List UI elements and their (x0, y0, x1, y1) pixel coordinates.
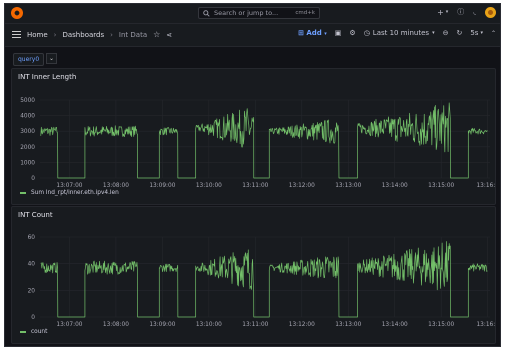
x-tick-label: 13:16:0 (476, 183, 495, 189)
collapse-icon[interactable]: ⌃ (491, 30, 496, 37)
query-variable-chip[interactable]: query0 (13, 53, 45, 66)
grafana-window: Search or jump to... cmd+k + ▾ ⓘ ◟ Home … (4, 3, 501, 347)
search-input[interactable]: Search or jump to... cmd+k (198, 7, 320, 19)
avatar[interactable] (485, 7, 496, 18)
breadcrumb-current: Int Data (118, 30, 148, 39)
y-tick-label: 5000 (20, 98, 35, 104)
y-tick-label: 1000 (20, 160, 35, 166)
legend-label[interactable]: count (31, 329, 47, 335)
plus-icon[interactable]: + (437, 8, 444, 17)
legend-swatch (20, 331, 26, 333)
add-button[interactable]: ⊞ Add ▾ (298, 29, 327, 37)
y-tick-label: 20 (28, 288, 36, 294)
y-tick-label: 0 (31, 315, 35, 321)
x-tick-label: 13:10:00 (196, 183, 222, 189)
y-tick-label: 40 (28, 262, 36, 268)
star-icon[interactable]: ☆ (153, 30, 160, 39)
x-tick-label: 13:14:00 (382, 322, 408, 328)
add-label: Add (306, 29, 322, 37)
refresh-interval-label: 5s (470, 29, 479, 37)
save-icon[interactable]: ▣ (335, 29, 342, 37)
x-tick-label: 13:14:00 (382, 183, 408, 189)
panel-int-inner-length: INT Inner Length 5000 4000 3000 2000 1000 0 13… (11, 68, 496, 205)
x-tick-label: 13:11:00 (242, 183, 268, 189)
search-placeholder: Search or jump to... (214, 9, 279, 17)
x-tick-label: 13:07:00 (56, 183, 82, 189)
grafana-logo-icon[interactable] (11, 7, 23, 19)
x-tick-label: 13:09:00 (149, 322, 175, 328)
breadcrumb-home[interactable]: Home (27, 31, 48, 39)
series-line[interactable] (40, 102, 488, 179)
zoom-out-icon[interactable]: ⊖ (443, 29, 449, 37)
refresh-icon[interactable]: ↻ (456, 29, 462, 37)
chevron-down-icon: ▾ (324, 31, 327, 37)
dashboard-nav: Home › Dashboards › Int Data ☆ ⋖ ⊞ Add ▾… (5, 24, 500, 47)
top-bar: Search or jump to... cmd+k + ▾ ⓘ ◟ (5, 4, 500, 24)
breadcrumb-dashboards[interactable]: Dashboards (62, 31, 104, 39)
gear-icon[interactable]: ⚙ (349, 29, 355, 37)
help-icon[interactable]: ⓘ (457, 9, 464, 16)
chevron-right-icon: › (53, 30, 57, 39)
menu-icon[interactable] (12, 31, 21, 38)
search-icon (203, 9, 210, 17)
y-tick-label: 2000 (20, 145, 35, 151)
x-tick-label: 13:12:00 (289, 183, 315, 189)
time-picker[interactable]: ◷ Last 10 minutes ▾ (364, 29, 435, 37)
x-tick-label: 13:08:00 (103, 183, 129, 189)
x-tick-label: 13:09:00 (149, 183, 175, 189)
y-tick-label: 4000 (20, 114, 35, 120)
x-tick-label: 13:15:00 (428, 322, 454, 328)
y-tick-label: 0 (31, 176, 35, 182)
x-tick-label: 13:15:00 (428, 183, 454, 189)
x-tick-label: 13:08:00 (103, 322, 129, 328)
int-count-chart[interactable]: 60 40 20 0 13:07:00 13:08:00 13:09:00 13:10:00 1… (12, 220, 495, 336)
panel-int-count: INT Count 60 40 20 0 13:07:00 13:08:00 13:09:0… (11, 206, 496, 344)
x-tick-label: 13:16:0 (476, 322, 495, 328)
x-tick-label: 13:07:00 (56, 322, 82, 328)
x-tick-label: 13:10:00 (196, 322, 222, 328)
panel-title[interactable]: INT Inner Length (18, 73, 76, 81)
legend-label[interactable]: Sum Ind_rpt/inner.eth.ipv4.len (31, 190, 119, 196)
x-tick-label: 13:12:00 (289, 322, 315, 328)
share-icon[interactable]: ⋖ (166, 31, 172, 39)
refresh-interval[interactable]: 5s ▾ (470, 29, 483, 37)
add-panel-icon: ⊞ (298, 29, 304, 37)
panel-title[interactable]: INT Count (18, 211, 53, 219)
news-rss-icon[interactable]: ◟ (473, 9, 476, 16)
chevron-down-icon: ▾ (480, 30, 483, 36)
x-tick-label: 13:11:00 (242, 322, 268, 328)
time-range-label: Last 10 minutes (372, 29, 430, 37)
series-line[interactable] (40, 241, 488, 318)
chart-legend: Sum Ind_rpt/inner.eth.ipv4.len (20, 190, 119, 196)
chart-legend: count (20, 329, 47, 335)
y-tick-label: 60 (28, 235, 36, 241)
chevron-down-icon: ▾ (432, 30, 435, 36)
chevron-right-icon: › (110, 30, 113, 39)
chevron-down-icon[interactable]: ⌄ (46, 53, 57, 64)
search-shortcut: cmd+k (295, 10, 315, 16)
y-tick-label: 3000 (20, 129, 35, 135)
variables-row: query0 ⌄ (5, 47, 500, 67)
int-inner-length-chart[interactable]: 5000 4000 3000 2000 1000 0 13:07:00 13:08:00 13:… (12, 82, 495, 200)
breadcrumb: Home › Dashboards › Int Data ☆ ⋖ (12, 30, 172, 39)
x-tick-label: 13:13:00 (335, 322, 361, 328)
x-tick-label: 13:13:00 (335, 183, 361, 189)
legend-swatch (20, 192, 26, 194)
clock-icon: ◷ (363, 29, 370, 37)
chevron-down-icon[interactable]: ▾ (446, 10, 449, 15)
